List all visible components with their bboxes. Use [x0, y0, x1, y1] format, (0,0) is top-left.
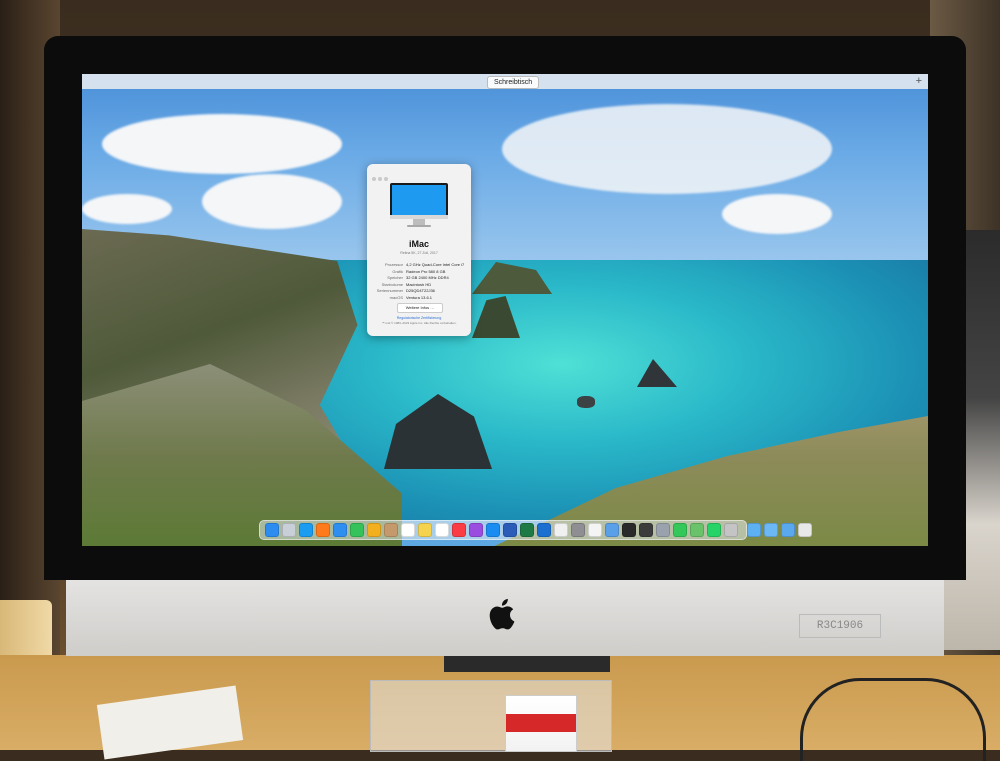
podcasts-icon[interactable] [468, 523, 483, 537]
keychain-icon[interactable] [723, 523, 738, 537]
trash-icon[interactable] [797, 523, 812, 537]
asset-sticker: R3C1906 [799, 614, 881, 638]
add-space-button[interactable]: + [916, 75, 922, 88]
cable [800, 678, 986, 761]
close-button[interactable] [372, 177, 376, 181]
mail-icon[interactable] [332, 523, 347, 537]
facetime-icon[interactable] [672, 523, 687, 537]
cloud [102, 114, 342, 174]
excel-icon[interactable] [519, 523, 534, 537]
candy-box [505, 695, 577, 752]
imac-icon [390, 183, 448, 227]
spaces-bar: Schreibtisch + [82, 74, 928, 89]
safari-icon[interactable] [298, 523, 313, 537]
system-settings-icon[interactable] [570, 523, 585, 537]
preview-icon[interactable] [604, 523, 619, 537]
applications-folder-icon[interactable] [746, 523, 761, 537]
spec-row: macOS Ventura 13.6.1 [373, 295, 465, 302]
terminal-icon[interactable] [621, 523, 636, 537]
space-tab-desktop[interactable]: Schreibtisch [487, 76, 540, 89]
apple-logo-icon [489, 598, 515, 630]
downloads-folder-icon[interactable] [780, 523, 795, 537]
spec-value: Ventura 13.6.1 [406, 294, 433, 300]
imac: Schreibtisch + iMac Retina 5K, 27 Zoll, … [44, 36, 966, 672]
reminders-icon[interactable] [434, 523, 449, 537]
word-icon[interactable] [502, 523, 517, 537]
spec-list: Prozessor 4,2 GHz Quad-Core Intel Core i7… [373, 262, 465, 301]
display-bezel: Schreibtisch + iMac Retina 5K, 27 Zoll, … [44, 36, 966, 580]
contacts-icon[interactable] [383, 523, 398, 537]
chrome-icon[interactable] [553, 523, 568, 537]
messages-icon[interactable] [349, 523, 364, 537]
model-subtitle: Retina 5K, 27 Zoll, 2017 [400, 251, 438, 255]
rock [577, 396, 595, 408]
about-this-mac-window: iMac Retina 5K, 27 Zoll, 2017 Prozessor 4… [367, 164, 471, 336]
documents-folder-icon[interactable] [763, 523, 778, 537]
whatsapp-icon[interactable] [706, 523, 721, 537]
cloud [82, 194, 172, 224]
dock [259, 520, 812, 540]
launchpad-icon[interactable] [281, 523, 296, 537]
app-store-icon[interactable] [485, 523, 500, 537]
photos-icon[interactable] [366, 523, 381, 537]
model-name: iMac [408, 239, 429, 249]
cloud [502, 104, 832, 194]
textedit-icon[interactable] [587, 523, 602, 537]
outlook-icon[interactable] [536, 523, 551, 537]
regulatory-certification-link[interactable]: Regulatorische Zertifizierung [367, 316, 471, 320]
zoom-button[interactable] [384, 177, 388, 181]
music-icon[interactable] [451, 523, 466, 537]
more-info-button[interactable]: Weitere Infos … [397, 303, 443, 313]
window-controls [372, 168, 390, 186]
calendar-icon[interactable] [400, 523, 415, 537]
minimize-button[interactable] [378, 177, 382, 181]
finder-icon[interactable] [264, 523, 279, 537]
cloud [202, 174, 342, 229]
screen: Schreibtisch + iMac Retina 5K, 27 Zoll, … [82, 74, 928, 546]
copyright-text: ™ und © 1983–2023 Apple Inc. Alle Rechte… [381, 321, 457, 325]
notes-icon[interactable] [417, 523, 432, 537]
cloud [722, 194, 832, 234]
maps-icon[interactable] [689, 523, 704, 537]
spec-label: macOS [389, 294, 403, 300]
imac-stand [444, 656, 610, 672]
disk-utility-icon[interactable] [655, 523, 670, 537]
firefox-icon[interactable] [315, 523, 330, 537]
activity-monitor-icon[interactable] [638, 523, 653, 537]
